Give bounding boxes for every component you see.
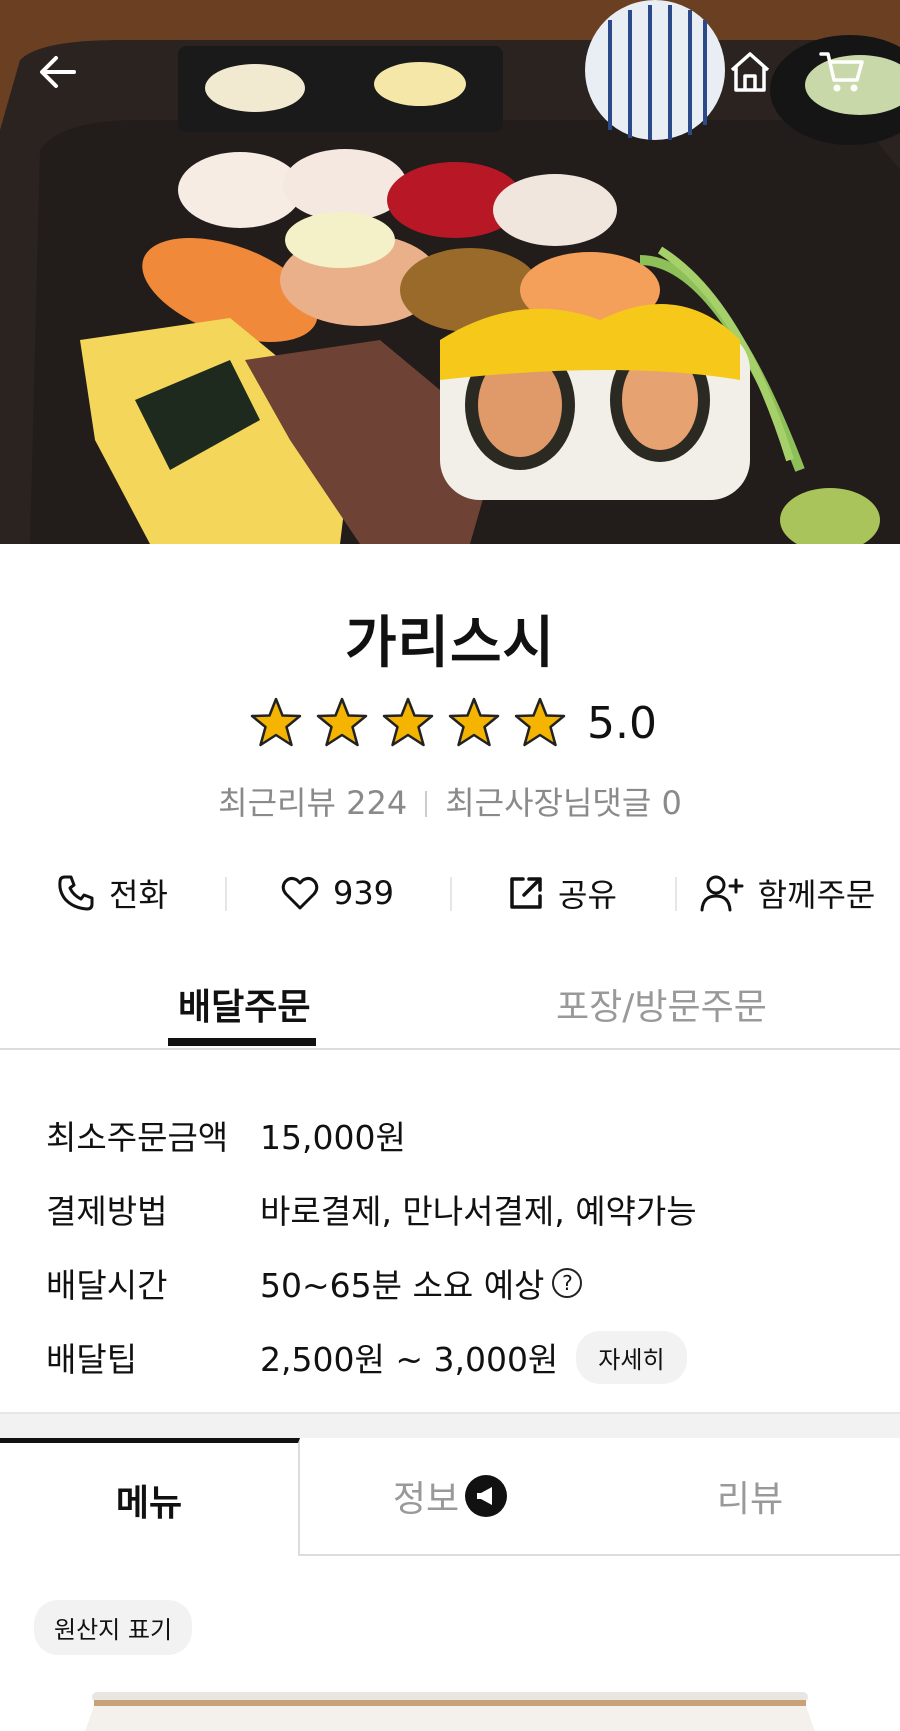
delivery-tip-row: 배달팁 2,500원 ~ 3,000원 자세히 <box>46 1320 866 1394</box>
share-icon <box>510 877 542 909</box>
content-tabs: 메뉴 정보 리뷰 <box>0 1438 900 1556</box>
back-button[interactable] <box>28 42 88 102</box>
delivery-time-value: 50~65분 소요 예상 <box>260 1266 545 1305</box>
delivery-tip-label: 배달팁 <box>46 1340 138 1379</box>
tab-info-label: 정보 <box>392 1479 460 1520</box>
home-button[interactable] <box>720 42 780 102</box>
active-tab-indicator <box>168 1038 316 1046</box>
store-hero-image <box>0 0 900 544</box>
menu-banner-image <box>85 1692 815 1731</box>
review-summary: 최근리뷰 224 최근사장님댓글 0 <box>0 778 900 824</box>
tab-delivery[interactable]: 배달주문 <box>0 968 450 1048</box>
rating-row: 5.0 <box>0 695 900 751</box>
payment-label: 결제방법 <box>46 1192 168 1231</box>
delivery-time-value-wrap: 50~65분 소요 예상 ? <box>260 1259 583 1307</box>
min-order-label: 최소주문금액 <box>46 1118 229 1157</box>
rating-score: 5.0 <box>587 697 657 749</box>
recent-reviews-link[interactable]: 최근리뷰 224 <box>218 784 407 822</box>
action-bar: 전화 939 공유 함께주문 <box>0 865 900 921</box>
arrow-left-icon <box>40 56 76 88</box>
megaphone-icon <box>465 1475 508 1517</box>
store-name: 가리스시 <box>344 611 556 676</box>
heart-icon <box>281 876 319 910</box>
tab-delivery-label: 배달주문 <box>178 987 311 1028</box>
share-button[interactable]: 공유 <box>450 865 675 921</box>
add-person-icon <box>700 875 744 912</box>
call-button[interactable]: 전화 <box>0 865 225 921</box>
group-order-label: 함께주문 <box>757 876 876 914</box>
share-label: 공유 <box>558 876 617 914</box>
order-type-tabs: 배달주문 포장/방문주문 <box>0 968 900 1050</box>
phone-icon <box>58 875 94 911</box>
help-icon[interactable]: ? <box>552 1268 583 1298</box>
tab-menu[interactable]: 메뉴 <box>0 1438 300 1556</box>
tip-detail-button[interactable]: 자세히 <box>576 1330 687 1384</box>
group-order-button[interactable]: 함께주문 <box>675 865 900 921</box>
cart-button[interactable] <box>812 42 872 102</box>
like-count: 939 <box>332 874 395 912</box>
tab-menu-label: 메뉴 <box>115 1482 183 1524</box>
star-icon <box>382 697 434 747</box>
star-icon <box>514 697 566 747</box>
delivery-time-row: 배달시간 50~65분 소요 예상 ? <box>46 1246 866 1320</box>
delivery-tip-value: 2,500원 ~ 3,000원 <box>260 1340 559 1379</box>
origin-label-button[interactable]: 원산지 표기 <box>34 1600 193 1655</box>
star-icon <box>448 697 500 747</box>
tab-pickup-label: 포장/방문주문 <box>556 987 767 1028</box>
divider <box>425 791 428 817</box>
min-order-value: 15,000원 <box>260 1118 406 1157</box>
tab-review[interactable]: 리뷰 <box>600 1438 900 1556</box>
star-icon <box>316 697 368 747</box>
delivery-time-label: 배달시간 <box>46 1266 168 1305</box>
tab-info[interactable]: 정보 <box>300 1438 600 1556</box>
section-divider <box>0 1412 900 1438</box>
like-button[interactable]: 939 <box>225 865 450 921</box>
delivery-details: 최소주문금액 15,000원 결제방법 바로결제, 만나서결제, 예약가능 배달… <box>46 1098 866 1394</box>
payment-row: 결제방법 바로결제, 만나서결제, 예약가능 <box>46 1172 866 1246</box>
star-icon <box>250 697 302 747</box>
owner-replies-link[interactable]: 최근사장님댓글 0 <box>445 784 682 822</box>
tab-pickup[interactable]: 포장/방문주문 <box>450 968 900 1048</box>
tab-review-label: 리뷰 <box>716 1479 784 1520</box>
min-order-row: 최소주문금액 15,000원 <box>46 1098 866 1172</box>
delivery-tip-value-wrap: 2,500원 ~ 3,000원 자세히 <box>260 1330 687 1384</box>
cart-icon <box>819 52 864 92</box>
call-label: 전화 <box>109 876 168 914</box>
home-icon <box>730 52 770 92</box>
payment-value: 바로결제, 만나서결제, 예약가능 <box>260 1192 697 1231</box>
